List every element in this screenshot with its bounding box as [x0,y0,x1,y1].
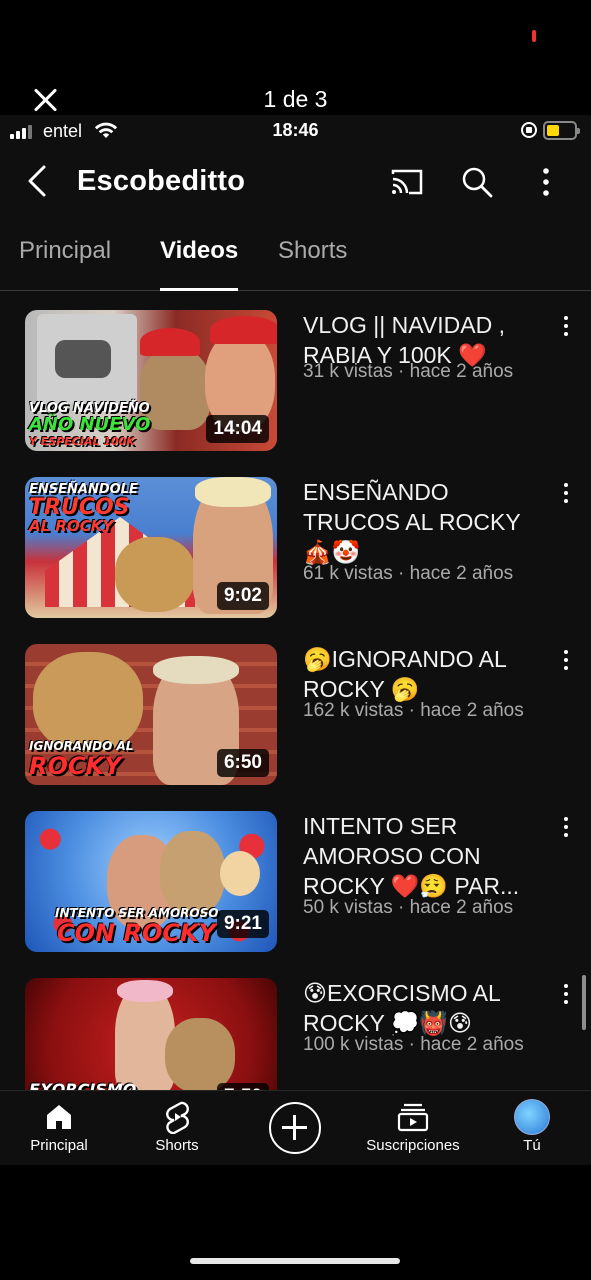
nav-label: Tú [523,1137,541,1154]
more-options-icon[interactable] [527,163,565,201]
tab-videos[interactable]: Videos [160,237,239,291]
cast-icon[interactable] [387,163,425,201]
thumbnail-caption: Y ESPECIAL 100K [29,435,135,448]
youtube-app: entel 18:46 Escobeditto Principal Videos… [0,115,591,1165]
video-more-icon[interactable] [556,984,576,1008]
video-duration: 6:50 [216,749,269,777]
thumbnail-caption: CON ROCKY [57,919,216,947]
dog-image [115,537,195,612]
photo-viewer-bar: 1 de 3 [0,0,591,115]
video-meta: 61 k vistas · hace 2 años [303,563,514,584]
video-more-icon[interactable] [556,650,576,674]
dog-image [165,1018,235,1093]
recording-indicator [532,30,536,42]
person-hair [195,477,271,507]
nav-item-suscripciones[interactable]: Suscripciones [354,1099,472,1154]
battery-icon [543,121,580,140]
dog-image [160,831,225,916]
nav-item-tu[interactable]: Tú [473,1099,591,1154]
subscriptions-icon [354,1099,472,1135]
channel-header: Escobeditto [0,155,591,207]
create-icon[interactable] [269,1102,321,1154]
channel-tabs: Principal Videos Shorts [0,233,591,291]
video-title[interactable]: INTENTO SER AMOROSO CON ROCKY ❤️😮‍💨 PAR.… [303,811,551,901]
nav-label: Shorts [155,1137,199,1154]
nav-item-shorts[interactable]: Shorts [118,1099,236,1154]
video-more-icon[interactable] [556,316,576,340]
nav-label: Suscripciones [366,1137,460,1154]
video-title[interactable]: ENSEÑANDO TRUCOS AL ROCKY 🎪🤡 [303,477,551,567]
thumbnail-caption: AÑO NUEVO [29,414,151,435]
rotation-lock-icon [521,122,537,138]
bottom-navigation: Principal Shorts Suscripciones Tú [0,1090,591,1165]
thumbnail-caption: INTENTO SER AMOROSO [55,906,219,920]
santa-hat [140,328,200,356]
back-arrow-icon[interactable] [26,165,48,197]
video-item[interactable]: INTENTO SER AMOROSO CON ROCKY 9:21 INTEN… [0,811,591,956]
photo-counter: 1 de 3 [263,86,328,112]
thumbnail-caption: ROCKY [29,752,122,780]
video-item[interactable]: VLOG NAVIDEÑO AÑO NUEVO Y ESPECIAL 100K … [0,310,591,455]
home-icon [0,1099,118,1135]
avatar [514,1099,550,1135]
video-thumbnail[interactable]: ENSEÑANDOLE TRUCOS AL ROCKY 9:02 [25,477,277,618]
video-more-icon[interactable] [556,483,576,507]
video-meta: 50 k vistas · hace 2 años [303,897,514,918]
status-bar: entel 18:46 [0,115,591,147]
status-time: 18:46 [272,120,319,140]
channel-title: Escobeditto [77,165,246,197]
video-duration: 9:21 [216,910,269,938]
cupid-image [220,851,260,896]
scrollbar[interactable] [582,975,586,1030]
nav-label: Principal [30,1137,88,1154]
video-title[interactable]: 🥱IGNORANDO AL ROCKY 🥱 [303,644,551,704]
video-thumbnail[interactable]: VLOG NAVIDEÑO AÑO NUEVO Y ESPECIAL 100K … [25,310,277,451]
thumbnail-caption: AL ROCKY [29,517,114,535]
video-thumbnail[interactable]: INTENTO SER AMOROSO CON ROCKY 9:21 [25,811,277,952]
video-duration: 14:04 [206,415,269,443]
person-hair [117,980,173,1002]
video-meta: 100 k vistas · hace 2 años [303,1034,524,1055]
dog-image [33,652,143,752]
video-item[interactable]: IGNORANDO AL ROCKY 6:50 🥱IGNORANDO AL RO… [0,644,591,789]
tab-shorts[interactable]: Shorts [278,237,347,291]
play-button-icon [55,340,111,378]
video-more-icon[interactable] [556,817,576,841]
video-thumbnail[interactable]: IGNORANDO AL ROCKY 6:50 [25,644,277,785]
video-meta: 31 k vistas · hace 2 años [303,361,514,382]
search-icon[interactable] [458,163,496,201]
video-meta: 162 k vistas · hace 2 años [303,700,524,721]
tab-principal[interactable]: Principal [19,237,111,291]
thumbnail-caption: TRUCOS [29,495,130,520]
person-hair [153,656,239,684]
video-item[interactable]: ENSEÑANDOLE TRUCOS AL ROCKY 9:02 ENSEÑAN… [0,477,591,622]
thumbnail-caption: IGNORANDO AL [29,739,134,753]
video-title[interactable]: 😰EXORCISMO AL ROCKY 💭👹😰 [303,978,551,1038]
shorts-icon [118,1099,236,1135]
nav-item-principal[interactable]: Principal [0,1099,118,1154]
video-duration: 9:02 [216,582,269,610]
santa-hat [210,316,277,344]
dog-image [140,350,210,430]
home-indicator[interactable] [190,1258,400,1264]
